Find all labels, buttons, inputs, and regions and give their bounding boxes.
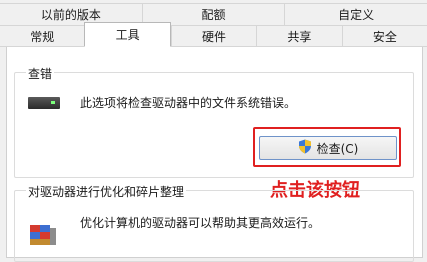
error-check-group: [14, 72, 414, 178]
tab-general[interactable]: 常规: [0, 25, 85, 47]
tab-sharing[interactable]: 共享: [256, 25, 342, 47]
error-check-description: 此选项将检查驱动器中的文件系统错误。: [80, 96, 297, 110]
defrag-icon: [28, 222, 58, 253]
shield-icon: [298, 139, 312, 157]
check-button[interactable]: 检查(C): [259, 136, 397, 160]
tab-customize[interactable]: 自定义: [284, 3, 427, 25]
tab-row-bottom: 常规 工具 硬件 共享 安全: [0, 22, 427, 47]
drive-icon: [28, 97, 60, 109]
tab-security[interactable]: 安全: [341, 25, 427, 47]
error-check-title: 查错: [26, 65, 55, 82]
check-button-label: 检查(C): [316, 141, 359, 156]
tab-row-top: 以前的版本 配额 自定义: [0, 3, 427, 25]
optimize-title: 对驱动器进行优化和碎片整理: [26, 183, 187, 200]
tab-hardware[interactable]: 硬件: [170, 25, 257, 47]
tab-tools[interactable]: 工具: [84, 22, 171, 47]
optimize-description: 优化计算机的驱动器可以帮助其更高效运行。: [80, 216, 321, 230]
